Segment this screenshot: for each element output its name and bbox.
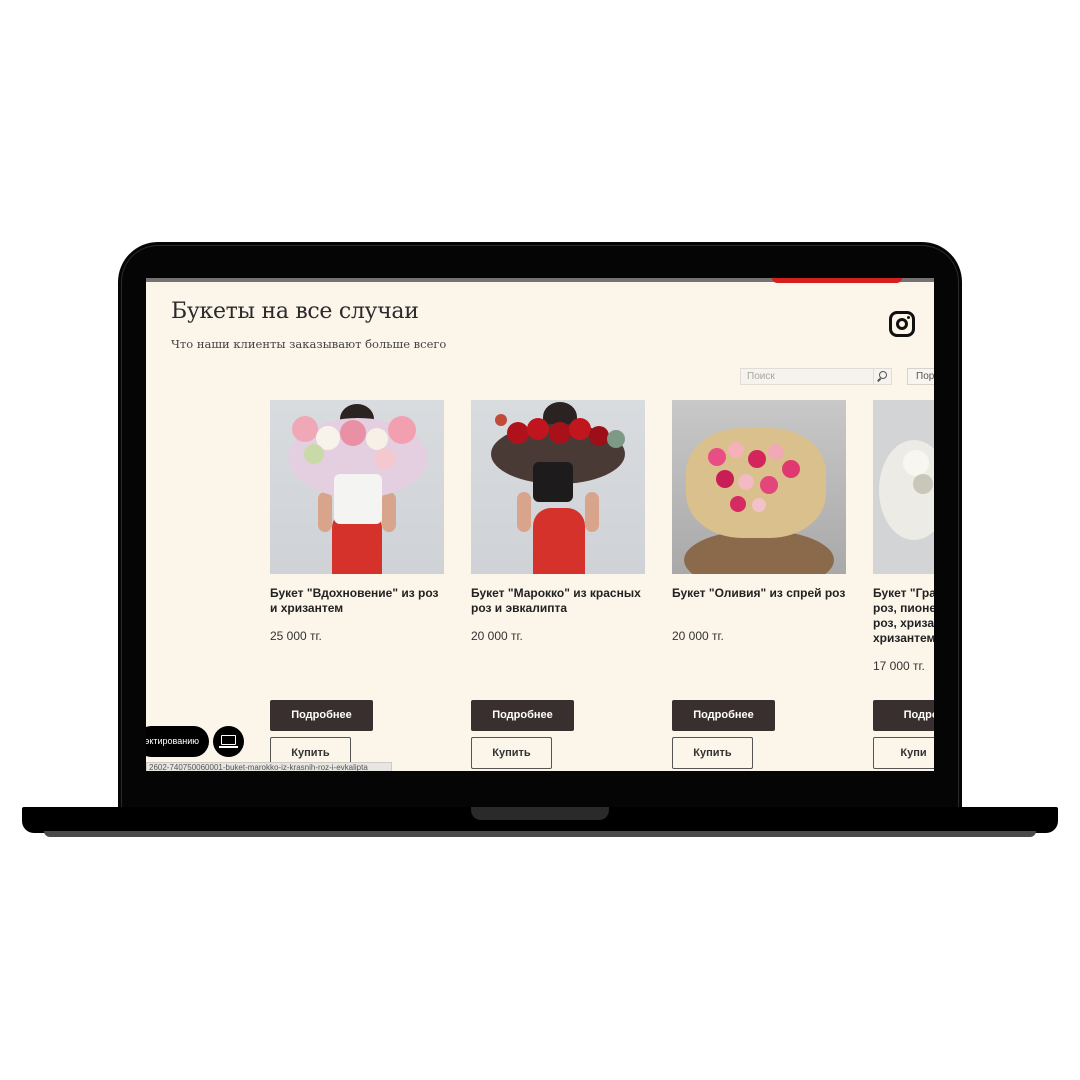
sort-select[interactable]: Пор bbox=[907, 368, 934, 385]
product-card: Букет "Оливия" из спрей роз 20 000 тг. П… bbox=[672, 400, 846, 769]
search-button[interactable] bbox=[873, 369, 891, 384]
product-price: 17 000 тг. bbox=[873, 659, 925, 673]
product-name[interactable]: Букет "Марокко" из красных роз и эвкалип… bbox=[471, 586, 645, 616]
laptop-notch bbox=[471, 807, 609, 820]
laptop-icon-button[interactable] bbox=[213, 726, 244, 757]
product-card: Букет "Вдохновение" из роз и хризантем 2… bbox=[270, 400, 444, 769]
laptop-icon-base bbox=[219, 746, 238, 748]
buy-button[interactable]: Купить bbox=[471, 737, 552, 769]
floating-action-pill[interactable]: эктированию bbox=[146, 726, 209, 757]
product-name[interactable]: Букет "Оливия" из спрей роз bbox=[672, 586, 846, 601]
product-card: Букет "Марокко" из красных роз и эвкалип… bbox=[471, 400, 645, 769]
product-photo[interactable] bbox=[471, 400, 645, 574]
details-button[interactable]: Подробнее bbox=[270, 700, 373, 731]
search-box[interactable]: Поиск bbox=[740, 368, 892, 385]
buy-button[interactable]: Купи bbox=[873, 737, 934, 769]
details-button[interactable]: Подробнее bbox=[471, 700, 574, 731]
product-photo[interactable] bbox=[270, 400, 444, 574]
product-price: 20 000 тг. bbox=[672, 629, 724, 643]
buy-button[interactable]: Купить bbox=[672, 737, 753, 769]
page-subtitle: Что наши клиенты заказывают больше всего bbox=[171, 337, 447, 351]
instagram-icon[interactable] bbox=[889, 311, 915, 337]
search-icon-handle bbox=[877, 377, 881, 382]
page-title: Букеты на все случаи bbox=[171, 299, 419, 324]
product-price: 25 000 тг. bbox=[270, 629, 322, 643]
website-screen: Букеты на все случаи Что наши клиенты за… bbox=[146, 278, 934, 771]
product-price: 20 000 тг. bbox=[471, 629, 523, 643]
laptop-base-shadow bbox=[44, 831, 1036, 837]
product-name[interactable]: Букет "Гра роз, пионе роз, хриза хризант… bbox=[873, 586, 934, 646]
top-strip-accent bbox=[772, 278, 902, 283]
product-name[interactable]: Букет "Вдохновение" из роз и хризантем bbox=[270, 586, 444, 616]
product-card: Букет "Гра роз, пионе роз, хриза хризант… bbox=[873, 400, 934, 769]
product-photo[interactable] bbox=[873, 400, 934, 574]
search-input[interactable]: Поиск bbox=[747, 371, 775, 382]
product-photo[interactable] bbox=[672, 400, 846, 574]
details-button[interactable]: Подробнее bbox=[672, 700, 775, 731]
laptop-icon bbox=[221, 735, 236, 745]
details-button[interactable]: Подроб bbox=[873, 700, 934, 731]
status-bar-url: 2602-740750060001-buket-marokko-iz-krasn… bbox=[146, 762, 392, 771]
